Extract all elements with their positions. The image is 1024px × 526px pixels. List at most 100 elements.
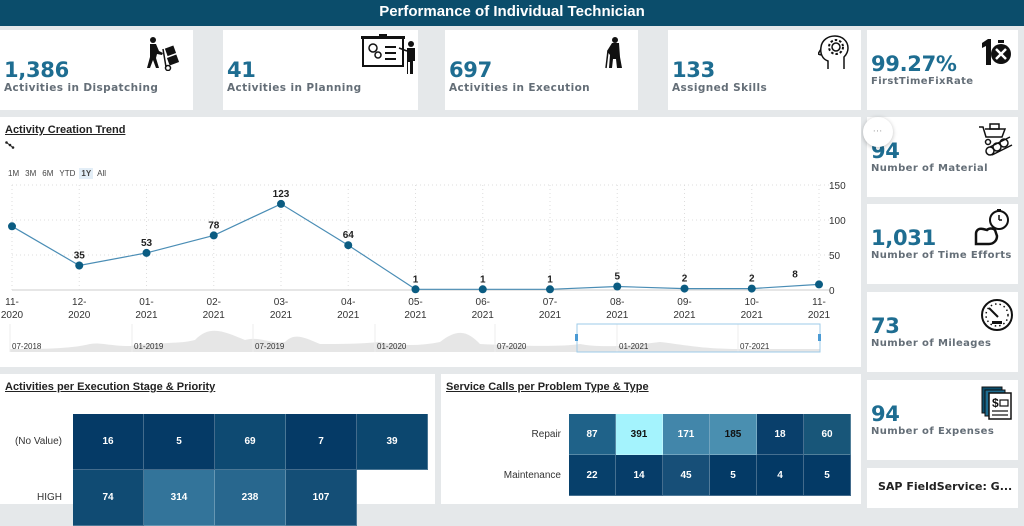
kpi-label: FirstTimeFixRate — [871, 76, 974, 87]
data-point — [546, 285, 554, 294]
x-tick-label: 2021 — [539, 310, 562, 321]
heatmap-row-label: (No Value) — [14, 436, 62, 447]
heatmap-cell[interactable]: 22 — [569, 455, 616, 496]
x-tick-label: 03- — [274, 297, 288, 308]
kpi-card-first-time-fix[interactable]: 99.27% FirstTimeFixRate — [867, 30, 1018, 110]
heatmap-cell[interactable]: 14 — [616, 455, 663, 496]
side-card-sap-fieldservice[interactable]: SAP FieldService: G... — [867, 468, 1018, 508]
heatmap-cell[interactable]: 60 — [804, 414, 851, 455]
data-point — [277, 199, 285, 208]
data-label: 2 — [682, 274, 688, 285]
heatmap-cell[interactable]: 18 — [757, 414, 804, 455]
data-label: 1 — [480, 274, 486, 285]
x-tick-label: 11- — [812, 297, 826, 308]
navigator-handle-left[interactable] — [575, 334, 578, 341]
x-tick-label: 2021 — [135, 310, 158, 321]
x-tick-label: 07- — [543, 297, 557, 308]
kpi-label: Activities in Execution — [449, 82, 591, 94]
navigator-label: 01-2020 — [377, 342, 407, 351]
drill-icon[interactable] — [5, 141, 15, 149]
data-label: 53 — [141, 238, 153, 249]
x-tick-label: 01- — [139, 297, 153, 308]
kpi-label: Activities in Dispatching — [4, 82, 159, 94]
heatmap-cell[interactable]: 107 — [286, 470, 357, 526]
data-label: 5 — [614, 272, 620, 283]
heatmap-cell[interactable]: 74 — [73, 470, 144, 526]
wheelbarrow-logs-icon — [979, 123, 1013, 156]
data-point — [8, 222, 16, 231]
y-tick-label: 150 — [829, 181, 846, 192]
data-label: 35 — [74, 251, 86, 262]
heatmap-cell[interactable]: 5 — [144, 414, 215, 470]
kpi-label: Assigned Skills — [672, 82, 768, 94]
kpi-card-execution[interactable]: 697 Activities in Execution — [445, 30, 638, 110]
heatmap-cell[interactable]: 5 — [710, 455, 757, 496]
kpi-value: 1,386 — [4, 58, 69, 82]
heatmap-cell[interactable]: 87 — [569, 414, 616, 455]
kpi-card-skills[interactable]: 133 Assigned Skills — [668, 30, 861, 110]
head-gear-icon — [818, 35, 849, 69]
heatmap-cell[interactable]: 391 — [616, 414, 663, 455]
x-tick-label: 2021 — [673, 310, 696, 321]
expense-receipts-icon: $ — [981, 386, 1012, 420]
kpi-card-mileages[interactable]: 73 Number of Mileages — [867, 292, 1018, 372]
heatmap-cell[interactable]: 171 — [663, 414, 710, 455]
svg-text:$: $ — [992, 396, 999, 410]
x-tick-label: 2021 — [270, 310, 293, 321]
data-label: 78 — [208, 220, 220, 231]
kpi-card-time-efforts[interactable]: 1,031 Number of Time Efforts — [867, 204, 1018, 284]
x-tick-label: 2021 — [203, 310, 226, 321]
x-tick-label: 09- — [677, 297, 691, 308]
heatmap-cell[interactable]: 314 — [144, 470, 215, 526]
heatmap-cell[interactable]: 39 — [357, 414, 428, 470]
x-tick-label: 06- — [476, 297, 490, 308]
navigator-label: 01-2019 — [134, 342, 164, 351]
heatmap-cell[interactable]: 16 — [73, 414, 144, 470]
data-point — [209, 231, 218, 240]
x-tick-label: 10- — [745, 297, 759, 308]
heatmap-cell[interactable]: 7 — [286, 414, 357, 470]
heatmap-cell[interactable]: 238 — [215, 470, 286, 526]
kpi-value: 99.27% — [871, 52, 957, 76]
kpi-label: Number of Mileages — [871, 338, 992, 349]
data-point — [344, 241, 353, 250]
heatmap-cell[interactable]: 69 — [215, 414, 286, 470]
kpi-card-expenses[interactable]: 94 Number of Expenses $ — [867, 380, 1018, 460]
kpi-card-dispatching[interactable]: 1,386 Activities in Dispatching — [0, 30, 193, 110]
x-tick-label: 2021 — [337, 310, 360, 321]
worker-drilling-icon — [605, 37, 622, 69]
kpi-card-planning[interactable]: 41 Activities in Planning — [223, 30, 418, 110]
heatmap-cell[interactable]: 4 — [757, 455, 804, 496]
y-tick-label: 50 — [829, 251, 841, 262]
x-tick-label: 2021 — [606, 310, 629, 321]
first-time-fix-icon — [982, 39, 1011, 65]
x-tick-label: 04- — [341, 297, 355, 308]
heatmap-row-label: Repair — [531, 428, 561, 440]
service-calls-panel: Service Calls per Problem Type & Type Re… — [441, 374, 861, 504]
data-point — [75, 261, 84, 270]
heatmap-cell[interactable]: 185 — [710, 414, 757, 455]
heatmap-cell[interactable]: 5 — [804, 455, 851, 496]
hand-truck-icon — [147, 37, 180, 71]
execution-stage-priority-panel: Activities per Execution Stage & Priorit… — [0, 374, 435, 526]
x-tick-label: 2021 — [472, 310, 495, 321]
kpi-value: 41 — [227, 58, 256, 82]
activity-trend-panel: Activity Creation Trend 1M 3M 6M YTD 1Y … — [0, 117, 861, 367]
y-tick-label: 0 — [829, 286, 835, 297]
side-card-title: SAP FieldService: G... — [878, 480, 1013, 493]
kpi-label: Number of Time Efforts — [871, 250, 1012, 261]
navigator-handle-right[interactable] — [818, 334, 821, 341]
presentation-board-icon — [361, 34, 415, 74]
navigator-label: 07-2021 — [740, 342, 770, 351]
data-point — [613, 282, 622, 291]
heatmap-cell[interactable]: 45 — [663, 455, 710, 496]
data-point — [478, 285, 487, 294]
panel-title: Activities per Execution Stage & Priorit… — [5, 381, 216, 393]
navigator-label: 07-2019 — [255, 342, 285, 351]
kpi-label: Number of Expenses — [871, 426, 995, 437]
kpi-value: 697 — [449, 58, 492, 82]
data-label: 2 — [749, 274, 755, 285]
more-options-button[interactable]: ∙∙∙ — [863, 117, 893, 147]
navigator-label: 07-2018 — [12, 342, 42, 351]
data-label: 1 — [547, 274, 553, 285]
